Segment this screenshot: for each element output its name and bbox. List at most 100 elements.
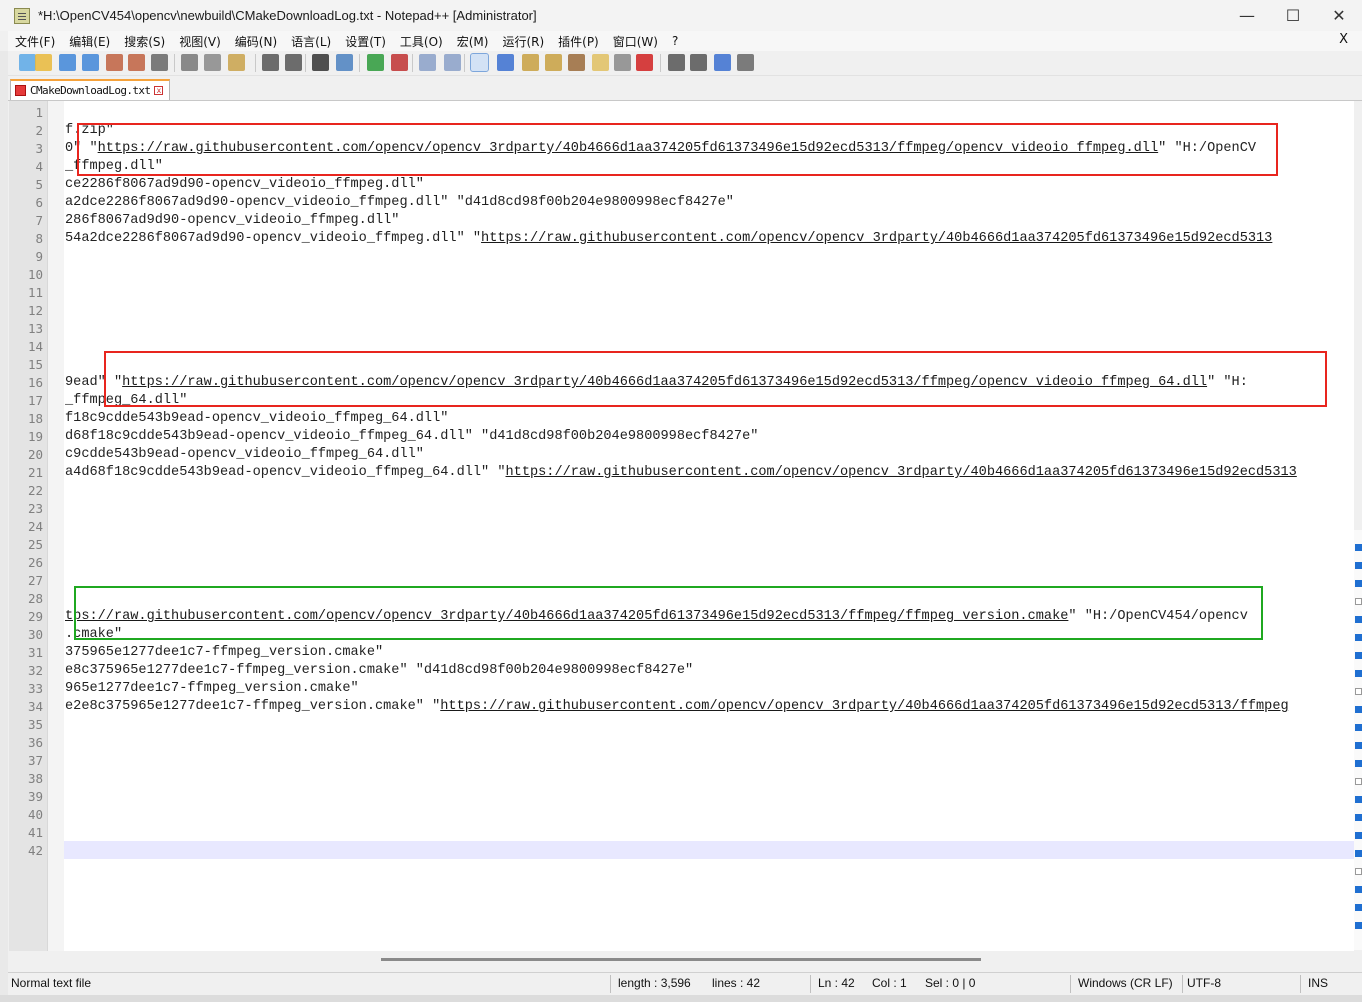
toolbar-separator bbox=[660, 54, 661, 72]
save-icon[interactable] bbox=[59, 54, 76, 71]
zoom-out-icon[interactable] bbox=[391, 54, 408, 71]
redo-icon[interactable] bbox=[285, 54, 302, 71]
line-number: 5 bbox=[35, 177, 43, 192]
menu-view[interactable]: 视图(V) bbox=[172, 33, 228, 50]
status-insert-mode[interactable]: INS bbox=[1308, 976, 1328, 990]
code-line[interactable]: a2dce2286f8067ad9d90-opencv_videoio_ffmp… bbox=[65, 194, 734, 212]
menu-run[interactable]: 运行(R) bbox=[495, 33, 551, 50]
copy-icon[interactable] bbox=[204, 54, 221, 71]
code-line[interactable]: d68f18c9cdde543b9ead-opencv_videoio_ffmp… bbox=[65, 428, 758, 446]
close-document-button[interactable]: X bbox=[1339, 32, 1348, 47]
code-line[interactable]: e2e8c375965e1277dee1c7-ffmpeg_version.cm… bbox=[65, 698, 1289, 716]
menu-language[interactable]: 语言(L) bbox=[284, 33, 338, 50]
status-encoding[interactable]: UTF-8 bbox=[1187, 976, 1221, 990]
code-line[interactable]: f18c9cdde543b9ead-opencv_videoio_ffmpeg_… bbox=[65, 410, 448, 428]
code-line[interactable]: 286f8067ad9d90-opencv_videoio_ffmpeg.dll… bbox=[65, 212, 399, 230]
menu-help[interactable]: ? bbox=[665, 34, 685, 48]
paste-icon[interactable] bbox=[228, 54, 245, 71]
url-link[interactable]: https://raw.githubusercontent.com/opencv… bbox=[506, 465, 1297, 480]
stop-record-icon[interactable] bbox=[668, 54, 685, 71]
line-number: 17 bbox=[27, 393, 43, 408]
sync-horizontal-icon[interactable] bbox=[444, 54, 461, 71]
url-link[interactable]: https://raw.githubusercontent.com/opencv… bbox=[481, 231, 1272, 246]
close-icon[interactable] bbox=[106, 54, 123, 71]
menu-plugins[interactable]: 插件(P) bbox=[551, 33, 606, 50]
url-link[interactable]: https://raw.githubusercontent.com/opencv… bbox=[98, 141, 1159, 156]
open-file-icon[interactable] bbox=[35, 54, 52, 71]
title-bar[interactable]: *H:\OpenCV454\opencv\newbuild\CMakeDownl… bbox=[0, 0, 1362, 31]
code-line[interactable]: a4d68f18c9cdde543b9ead-opencv_videoio_ff… bbox=[65, 464, 1297, 482]
background-checkbox bbox=[1355, 634, 1362, 641]
function-list-icon[interactable] bbox=[568, 54, 585, 71]
url-link[interactable]: https://raw.githubusercontent.com/opencv… bbox=[440, 699, 1288, 714]
code-text: e8c375965e1277dee1c7-ffmpeg_version.cmak… bbox=[65, 663, 694, 678]
line-number: 30 bbox=[27, 627, 43, 642]
background-checkbox bbox=[1355, 580, 1362, 587]
save-all-icon[interactable] bbox=[82, 54, 99, 71]
menu-macro[interactable]: 宏(M) bbox=[450, 33, 496, 50]
find-icon[interactable] bbox=[312, 54, 329, 71]
undo-icon[interactable] bbox=[262, 54, 279, 71]
monitoring-icon[interactable] bbox=[614, 54, 631, 71]
folder-workspace-icon[interactable] bbox=[592, 54, 609, 71]
line-number: 11 bbox=[27, 285, 43, 300]
cut-icon[interactable] bbox=[181, 54, 198, 71]
code-line[interactable]: ce2286f8067ad9d90-opencv_videoio_ffmpeg.… bbox=[65, 176, 424, 194]
maximize-button[interactable]: ☐ bbox=[1270, 0, 1316, 31]
line-number: 19 bbox=[27, 429, 43, 444]
code-line[interactable]: 0" "https://raw.githubusercontent.com/op… bbox=[65, 140, 1256, 158]
sync-vertical-icon[interactable] bbox=[419, 54, 436, 71]
url-link[interactable]: tps://raw.githubusercontent.com/opencv/o… bbox=[65, 609, 1068, 624]
code-line[interactable]: 375965e1277dee1c7-ffmpeg_version.cmake" bbox=[65, 644, 383, 662]
horizontal-scroll-thumb[interactable] bbox=[381, 958, 981, 961]
code-line[interactable]: tps://raw.githubusercontent.com/opencv/o… bbox=[65, 608, 1248, 626]
show-all-chars-icon[interactable] bbox=[497, 54, 514, 71]
run-macro-multiple-icon[interactable] bbox=[714, 54, 731, 71]
menu-settings[interactable]: 设置(T) bbox=[338, 33, 393, 50]
print-icon[interactable] bbox=[151, 54, 168, 71]
code-line[interactable]: e8c375965e1277dee1c7-ffmpeg_version.cmak… bbox=[65, 662, 693, 680]
code-text: .cmake" bbox=[65, 627, 123, 642]
status-lines: lines : 42 bbox=[712, 976, 761, 990]
code-line[interactable]: .cmake" bbox=[65, 626, 122, 644]
save-macro-icon[interactable] bbox=[737, 54, 754, 71]
tab-cmakedownloadlog[interactable]: CMakeDownloadLog.txt x bbox=[10, 79, 170, 100]
fold-margin[interactable] bbox=[48, 101, 64, 951]
doc-map-icon[interactable] bbox=[545, 54, 562, 71]
record-macro-icon[interactable] bbox=[636, 54, 653, 71]
replace-icon[interactable] bbox=[336, 54, 353, 71]
status-line-number: Ln : 42 bbox=[818, 976, 855, 990]
menu-file[interactable]: 文件(F) bbox=[8, 33, 62, 50]
close-all-icon[interactable] bbox=[128, 54, 145, 71]
background-checkbox bbox=[1355, 832, 1362, 839]
menu-edit[interactable]: 编辑(E) bbox=[62, 33, 117, 50]
code-line[interactable]: _ffmpeg.dll" bbox=[65, 158, 163, 176]
zoom-in-icon[interactable] bbox=[367, 54, 384, 71]
code-line[interactable]: 54a2dce2286f8067ad9d90-opencv_videoio_ff… bbox=[65, 230, 1272, 248]
unsaved-file-icon bbox=[15, 85, 26, 96]
code-text: _ffmpeg_64.dll" bbox=[65, 393, 188, 408]
code-text: " "H:/OpenCV bbox=[1158, 141, 1257, 156]
minimize-button[interactable]: — bbox=[1224, 0, 1270, 31]
play-macro-icon[interactable] bbox=[690, 54, 707, 71]
menu-encoding[interactable]: 编码(N) bbox=[228, 33, 284, 50]
code-line[interactable]: _ffmpeg_64.dll" bbox=[65, 392, 187, 410]
menu-window[interactable]: 窗口(W) bbox=[606, 33, 665, 50]
code-line[interactable]: f.zip" bbox=[65, 122, 114, 140]
url-link[interactable]: https://raw.githubusercontent.com/opencv… bbox=[122, 375, 1207, 390]
code-line[interactable]: 965e1277dee1c7-ffmpeg_version.cmake" bbox=[65, 680, 359, 698]
new-file-icon[interactable] bbox=[19, 54, 36, 71]
horizontal-scrollbar[interactable] bbox=[9, 951, 1354, 969]
menu-search[interactable]: 搜索(S) bbox=[117, 33, 172, 50]
status-eol[interactable]: Windows (CR LF) bbox=[1078, 976, 1173, 990]
close-window-button[interactable]: ✕ bbox=[1316, 0, 1362, 31]
text-editor[interactable]: 1 2 3 4 5 6 7 8 9 10 11 12 13 14 15 16 17 18 19 20 21 22 23 24 2… bbox=[9, 101, 1354, 951]
tab-close-icon[interactable]: x bbox=[154, 86, 164, 95]
indent-guide-icon[interactable] bbox=[522, 54, 539, 71]
word-wrap-icon[interactable] bbox=[470, 53, 489, 72]
line-number: 34 bbox=[27, 699, 43, 714]
code-line[interactable]: c9cdde543b9ead-opencv_videoio_ffmpeg_64.… bbox=[65, 446, 424, 464]
code-area[interactable]: f.zip" 0" "https://raw.githubusercontent.… bbox=[65, 101, 1354, 951]
menu-tools[interactable]: 工具(O) bbox=[393, 33, 450, 50]
code-line[interactable]: 9ead" "https://raw.githubusercontent.com… bbox=[65, 374, 1248, 392]
